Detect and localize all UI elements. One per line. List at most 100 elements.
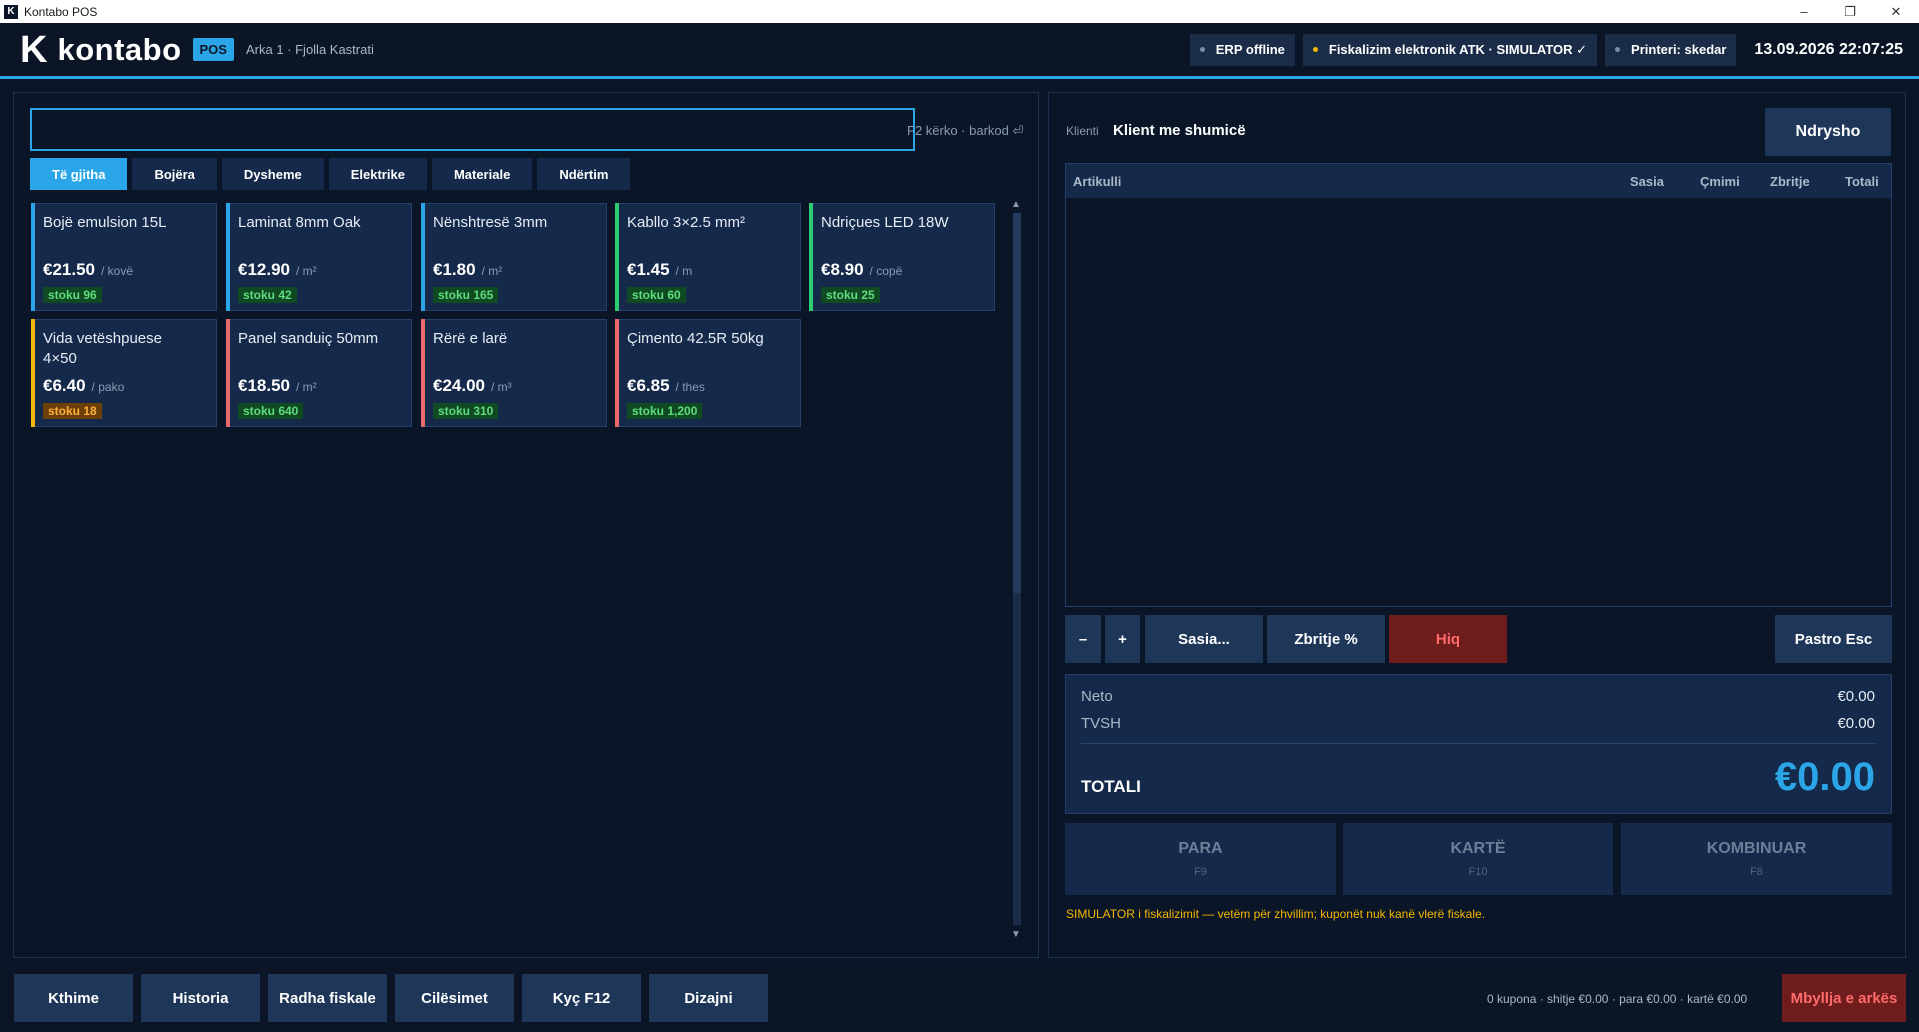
logo: K kontabo	[20, 31, 182, 69]
cart-header: Artikulli Sasia Çmimi Zbritje Totali	[1066, 164, 1891, 198]
stock-badge: stoku 310	[433, 403, 499, 419]
register-info: Arka 1 · Fjolla Kastrati	[245, 42, 374, 57]
product-panel: F2 kërko · barkod ⏎ Të gjitha Bojëra Dys…	[13, 92, 1039, 958]
net-value: €0.00	[1837, 688, 1875, 705]
pay-card-button[interactable]: KARTË F10	[1343, 823, 1613, 895]
status-fiscal-label: Fiskalizim elektronik ATK · SIMULATOR ✓	[1328, 41, 1588, 57]
change-client-button[interactable]: Ndrysho	[1765, 108, 1891, 156]
window-title: Kontabo POS	[24, 4, 98, 19]
decrease-button[interactable]: –	[1065, 615, 1101, 663]
product-price: €24.00	[433, 376, 485, 395]
product-card[interactable]: Ndriçues LED 18W €8.90 / copë stoku 25	[809, 203, 995, 311]
pay-card-label: KARTË	[1450, 840, 1506, 857]
product-price: €1.45	[627, 260, 670, 279]
scroll-thumb[interactable]	[1013, 213, 1021, 593]
design-button[interactable]: Dizajni	[649, 974, 768, 1022]
category-accent	[809, 203, 813, 311]
product-unit: / m²	[296, 380, 317, 394]
product-card[interactable]: Kabllo 3×2.5 mm² €1.45 / m stoku 60	[615, 203, 801, 311]
minimize-button[interactable]: –	[1781, 0, 1827, 23]
app-icon: K	[4, 4, 18, 19]
status-printer-label: Printeri: skedar	[1631, 42, 1727, 57]
product-card[interactable]: Rërë e larë €24.00 / m³ stoku 310	[421, 319, 607, 427]
maximize-button[interactable]: ❐	[1827, 0, 1873, 23]
product-card[interactable]: Nënshtresë 3mm €1.80 / m² stoku 165	[421, 203, 607, 311]
product-name: Ndriçues LED 18W	[821, 214, 949, 231]
remove-button[interactable]: Hiq	[1389, 615, 1507, 663]
pay-cash-label: PARA	[1178, 840, 1223, 857]
stock-badge: stoku 165	[433, 287, 499, 303]
close-window-button[interactable]: ✕	[1873, 0, 1919, 23]
client-name: Klient me shumicë	[1113, 122, 1246, 139]
col-quantity: Sasia	[1630, 173, 1664, 189]
scroll-up-icon[interactable]: ▲	[1011, 199, 1021, 210]
col-item: Artikulli	[1073, 173, 1122, 189]
stock-badge-low: stoku 18	[43, 403, 102, 419]
pay-combined-label: KOMBINUAR	[1706, 840, 1807, 857]
product-name: Kabllo 3×2.5 mm²	[627, 214, 745, 231]
tab-construction[interactable]: Ndërtim	[537, 158, 631, 190]
product-card[interactable]: Vida vetëshpuese 4×50 €6.40 / pako stoku …	[31, 319, 217, 427]
tab-paints[interactable]: Bojëra	[132, 158, 217, 190]
settings-button[interactable]: Cilësimet	[395, 974, 514, 1022]
clear-button[interactable]: Pastro Esc	[1775, 615, 1892, 663]
client-label: Klienti	[1066, 124, 1099, 138]
product-card[interactable]: Bojë emulsion 15L €21.50 / kovë stoku 96	[31, 203, 217, 311]
status-erp[interactable]: ERP offline	[1189, 33, 1295, 66]
fiscal-queue-button[interactable]: Radha fiskale	[268, 974, 387, 1022]
product-scrollbar[interactable]: ▲ ▼	[1009, 199, 1025, 941]
product-price: €18.50	[238, 376, 290, 395]
product-unit: / kovë	[101, 264, 134, 278]
product-unit: / m³	[491, 380, 512, 394]
shift-summary: 0 kupona · shitje €0.00 · para €0.00 · k…	[1487, 992, 1748, 1006]
vat-row: TVSH €0.00	[1081, 715, 1875, 732]
datetime: 13.09.2026 22:07:25	[1754, 40, 1903, 58]
category-accent	[615, 319, 619, 427]
category-tabs: Të gjitha Bojëra Dysheme Elektrike Mater…	[30, 158, 631, 190]
tab-flooring[interactable]: Dysheme	[221, 158, 324, 190]
product-unit: / thes	[675, 380, 705, 394]
tab-all[interactable]: Të gjitha	[30, 158, 128, 190]
app-header: K kontabo POS Arka 1 · Fjolla Kastrati E…	[0, 23, 1919, 79]
product-price: €8.90	[821, 260, 864, 279]
product-price: €1.80	[433, 260, 476, 279]
lock-button[interactable]: Kyç F12	[522, 974, 641, 1022]
footer-bar: Kthime Historia Radha fiskale Cilësimet …	[0, 968, 1919, 1032]
scroll-down-icon[interactable]: ▼	[1011, 929, 1021, 940]
history-button[interactable]: Historia	[141, 974, 260, 1022]
quantity-button[interactable]: Sasia...	[1145, 615, 1263, 663]
net-row: Neto €0.00	[1081, 688, 1875, 705]
discount-button[interactable]: Zbritje %	[1267, 615, 1385, 663]
increase-button[interactable]: +	[1105, 615, 1140, 663]
totals-divider	[1081, 743, 1875, 744]
status-erp-label: ERP offline	[1215, 42, 1285, 57]
pay-card-key: F10	[1468, 866, 1488, 878]
totals-box: Neto €0.00 TVSH €0.00 TOTALI €0.00	[1065, 674, 1892, 814]
tab-materials[interactable]: Materiale	[431, 158, 533, 190]
close-register-button[interactable]: Mbyllja e arkës	[1782, 974, 1906, 1022]
product-card[interactable]: Laminat 8mm Oak €12.90 / m² stoku 42	[226, 203, 412, 311]
status-fiscal[interactable]: Fiskalizim elektronik ATK · SIMULATOR ✓	[1302, 33, 1598, 66]
returns-button[interactable]: Kthime	[14, 974, 133, 1022]
product-card[interactable]: Panel sanduiç 50mm €18.50 / m² stoku 640	[226, 319, 412, 427]
product-name: Panel sanduiç 50mm	[238, 330, 379, 347]
payment-buttons: PARA F9 KARTË F10 KOMBINUAR F8	[1065, 823, 1892, 895]
stock-badge: stoku 96	[43, 287, 102, 303]
tab-electrical[interactable]: Elektrike	[328, 158, 427, 190]
product-unit: / pako	[91, 380, 125, 394]
stock-badge: stoku 42	[238, 287, 297, 303]
product-card[interactable]: Çimento 42.5R 50kg €6.85 / thes stoku 1,2…	[615, 319, 801, 427]
product-unit: / m²	[296, 264, 317, 278]
logo-mark: K	[20, 28, 48, 71]
stock-badge: stoku 25	[821, 287, 880, 303]
category-accent	[421, 203, 425, 311]
vat-value: €0.00	[1837, 715, 1875, 732]
status-printer[interactable]: Printeri: skedar	[1605, 33, 1737, 66]
category-accent	[226, 203, 230, 311]
pay-cash-button[interactable]: PARA F9	[1065, 823, 1336, 895]
category-accent	[31, 203, 35, 311]
search-input[interactable]	[30, 108, 915, 151]
total-label: TOTALI	[1081, 777, 1141, 796]
vat-label: TVSH	[1081, 715, 1122, 732]
pay-combined-button[interactable]: KOMBINUAR F8	[1621, 823, 1892, 895]
